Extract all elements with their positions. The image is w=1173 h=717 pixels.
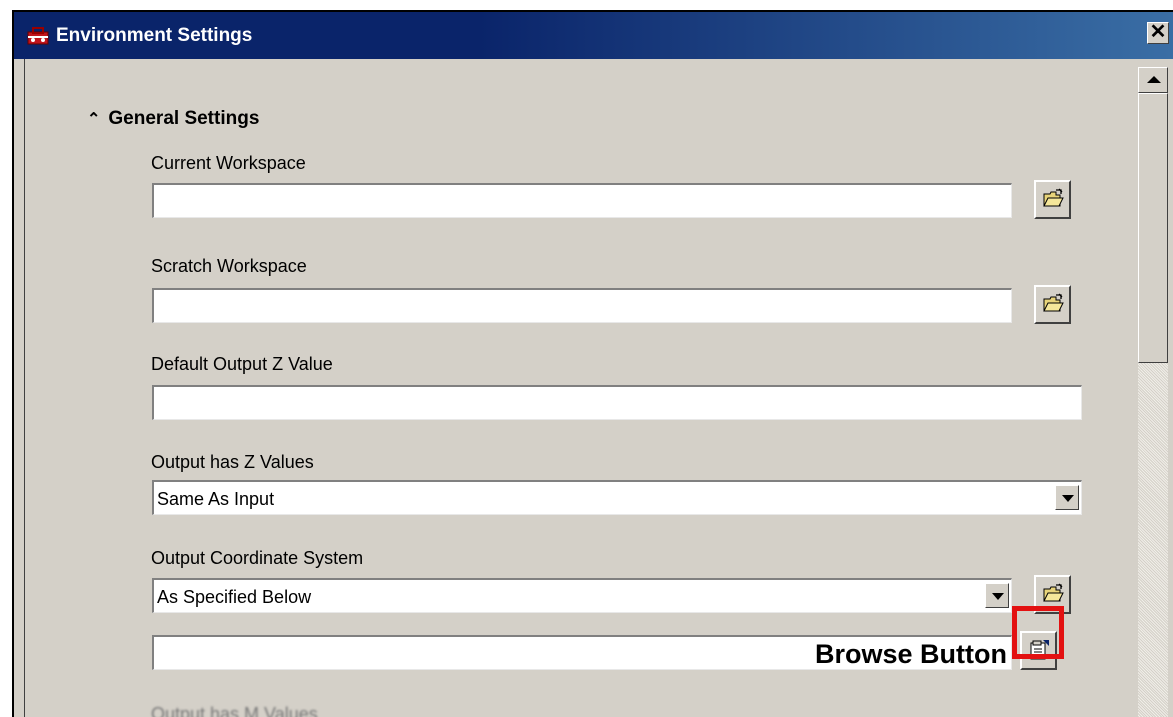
output-z-select[interactable]: Same As Input [152,480,1082,515]
scratch-workspace-input[interactable] [152,288,1012,323]
open-folder-icon [1043,583,1064,602]
output-z-dropdown-button[interactable] [1055,485,1079,510]
default-z-label: Default Output Z Value [151,354,333,374]
open-folder-icon [1043,188,1064,207]
scratch-workspace-browse-button[interactable] [1034,285,1071,324]
output-coord-select[interactable]: As Specified Below [152,578,1012,613]
toolbox-icon [27,27,49,45]
default-z-input[interactable] [152,385,1082,420]
title-bar: Environment Settings ✕ [14,12,1173,59]
browse-button-annotation: Browse Button [815,639,1007,669]
coordinate-system-path-input[interactable]: Browse Button [152,635,1012,670]
output-coord-label: Output Coordinate System [151,548,364,568]
section-title: General Settings [108,108,260,129]
panel-border [24,59,25,717]
scroll-up-button[interactable] [1138,67,1168,93]
scroll-thumb[interactable] [1138,93,1168,363]
open-folder-icon [1043,293,1064,312]
scratch-workspace-label: Scratch Workspace [151,256,307,276]
current-workspace-label: Current Workspace [151,153,306,173]
output-coord-dropdown-button[interactable] [985,583,1009,608]
output-z-value: Same As Input [157,489,275,509]
section-toggle-general[interactable]: ⌃ General Settings [87,108,259,130]
current-workspace-input[interactable] [152,183,1012,218]
close-icon: ✕ [1149,21,1167,43]
environment-settings-dialog: Environment Settings ✕ ⌃ General Settings… [12,10,1173,717]
close-button[interactable]: ✕ [1147,22,1169,44]
output-m-label: Output has M Values [151,704,318,717]
vertical-scrollbar[interactable] [1138,67,1168,717]
window-title: Environment Settings [56,25,253,46]
collapse-chevron-icon: ⌃ [87,111,101,128]
output-z-label: Output has Z Values [151,452,314,472]
browse-button-highlight [1012,606,1064,659]
current-workspace-browse-button[interactable] [1034,180,1071,219]
output-coord-value: As Specified Below [157,587,312,607]
settings-panel: ⌃ General Settings Current Workspace Scra… [14,59,1173,717]
